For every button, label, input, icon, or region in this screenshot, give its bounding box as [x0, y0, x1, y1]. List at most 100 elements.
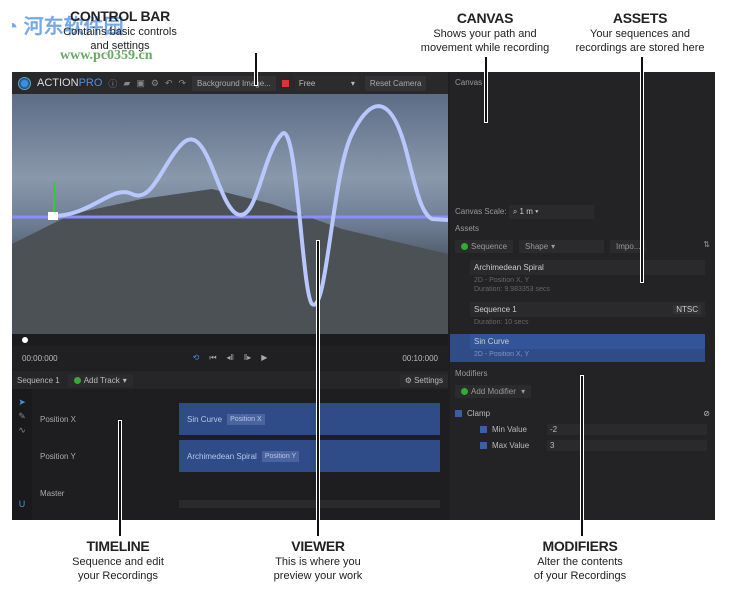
play-icon[interactable]: ▶ [261, 353, 267, 363]
checkbox[interactable] [455, 410, 462, 418]
callout-line [254, 52, 258, 86]
select-tool-icon[interactable]: ➤ [12, 395, 32, 409]
plus-icon [73, 376, 81, 384]
asset-info: Duration: 10 secs [474, 319, 529, 326]
background-image-button[interactable]: Background Image... [192, 75, 276, 91]
clip-name: Archimedean Spiral [187, 451, 257, 461]
sequence-label: Sequence [471, 242, 508, 251]
annotation-viewer: VIEWER This is where you preview your work [248, 538, 388, 583]
info-icon[interactable]: ⓘ [108, 77, 117, 90]
annotation-title: VIEWER [291, 538, 345, 554]
magnet-icon[interactable]: U [12, 497, 32, 511]
annotation-title: MODIFIERS [542, 538, 618, 554]
annotation-desc: Contains basic controls [63, 26, 177, 38]
annotation-desc: movement while recording [420, 42, 550, 54]
callout-line [118, 420, 122, 537]
annotation-timeline: TIMELINE Sequence and edit your Recordings [48, 538, 188, 583]
annotation-canvas: CANVAS Shows your path and movement while … [405, 10, 565, 55]
sort-icon[interactable]: ⇅ [703, 240, 710, 253]
annotation-title: TIMELINE [86, 538, 150, 554]
clip-tool-icon[interactable]: ✎ [12, 409, 32, 423]
track-name: Position Y [40, 452, 76, 461]
step-forward-icon[interactable]: ‖▸ [244, 353, 251, 363]
clamp-label: Clamp [467, 409, 491, 418]
add-track-button[interactable]: Add Track ▾ [67, 373, 133, 387]
asset-info: Duration: 9.983353 secs [474, 286, 550, 293]
annotation-desc: Sequence and edit [72, 556, 164, 568]
playhead[interactable] [22, 337, 28, 343]
curve-tool-icon[interactable]: ∿ [12, 423, 32, 437]
save-icon[interactable]: ▣ [136, 78, 145, 89]
end-time: 00:10:000 [402, 353, 438, 363]
timeline-tools: ➤ ✎ ∿ U [12, 389, 32, 520]
app-name: ACTIONPRO [37, 77, 102, 89]
shape-select[interactable]: Shape ▾ [519, 240, 605, 253]
min-value-input[interactable]: -2 [547, 424, 707, 435]
open-folder-icon[interactable]: ▰ [123, 78, 130, 89]
sequence-name: Sequence 1 [17, 375, 60, 385]
track-name: Position X [40, 415, 77, 424]
ntsc-badge: NTSC [673, 305, 701, 314]
checkbox[interactable] [480, 442, 487, 450]
max-value-input[interactable]: 3 [547, 440, 707, 451]
annotation-control-bar: CONTROL BAR Contains basic controls and se… [50, 8, 190, 53]
loop-icon[interactable]: ⟲ [193, 353, 200, 363]
checkbox[interactable] [480, 426, 487, 434]
add-track-label: Add Track [83, 375, 120, 385]
modifiers-title: Modifiers [455, 369, 488, 378]
reset-camera-button[interactable]: Reset Camera [364, 75, 427, 91]
annotation-desc: Shows your path and [433, 28, 537, 40]
add-sequence-button[interactable]: Sequence [455, 240, 514, 253]
camera-mode-select[interactable]: Free ▾ [294, 75, 359, 91]
callout-line [580, 375, 584, 537]
app-name-accent: PRO [78, 77, 103, 89]
remove-background-icon[interactable] [281, 79, 289, 87]
gizmo-handle[interactable] [48, 212, 58, 220]
add-modifier-label: Add Modifier [471, 387, 516, 396]
settings-icon[interactable]: ⚙ [151, 78, 159, 89]
annotation-assets: ASSETS Your sequences and recordings are s… [560, 10, 720, 55]
clip-tag: Position Y [261, 450, 300, 462]
annotation-modifiers: MODIFIERS Alter the contents of your Recor… [510, 538, 650, 583]
callout-line [316, 240, 320, 537]
canvas-scale-label: Canvas Scale: [455, 207, 507, 216]
annotation-desc: preview your work [273, 570, 363, 582]
canvas-scale-select[interactable]: ⌕ 1 m ▾ [508, 205, 594, 219]
shape-label: Shape [525, 242, 549, 251]
undo-icon[interactable]: ↶ [165, 78, 173, 89]
timeline-clip[interactable]: Archimedean Spiral Position Y [179, 440, 440, 472]
asset-item[interactable]: Archimedean Spiral 2D - Position X, Y Dura… [450, 260, 705, 295]
canvas-title: Canvas [455, 78, 483, 87]
annotation-desc: and settings [90, 40, 150, 52]
asset-item[interactable]: Sequence 1 NTSC Duration: 10 secs [450, 302, 705, 328]
redo-icon[interactable]: ↷ [178, 78, 186, 89]
asset-item-selected[interactable]: Sin Curve 2D - Position X, Y [450, 334, 705, 362]
step-back-icon[interactable]: ◂‖ [227, 353, 234, 363]
asset-name: Sin Curve [470, 334, 705, 349]
viewer[interactable] [12, 94, 448, 334]
annotation-desc: of your Recordings [533, 570, 627, 582]
clip-name: Sin Curve [187, 414, 223, 424]
settings-label: Settings [414, 375, 443, 385]
timeline-header: Sequence 1 Add Track ▾ ⚙ Settings [12, 371, 448, 389]
app-logo-icon [18, 76, 31, 90]
callout-line [484, 56, 488, 123]
remove-modifier-icon[interactable]: ⊘ [703, 409, 710, 418]
add-modifier-button[interactable]: Add Modifier ▾ [455, 385, 532, 398]
scrubber[interactable] [12, 334, 448, 346]
clip-tag: Position X [227, 413, 265, 425]
timeline-clip[interactable]: Sin Curve Position X [179, 403, 440, 435]
playback-bar: 00:00:000 ⟲ ⏮ ◂‖ ‖▸ ▶ 00:10:000 [12, 346, 448, 370]
max-label: Max Value [492, 441, 530, 450]
callout-line [640, 56, 644, 283]
asset-name: Sequence 1 [474, 305, 517, 314]
annotation-desc: Your sequences and [590, 28, 690, 40]
skip-start-icon[interactable]: ⏮ [209, 353, 216, 363]
horizontal-scrollbar[interactable] [179, 500, 440, 508]
settings-button[interactable]: ⚙ Settings [399, 373, 448, 387]
current-time: 00:00:000 [22, 353, 58, 363]
min-value-row: Min Value -2 [480, 424, 707, 435]
app-name-text: ACTION [37, 77, 79, 89]
canvas-scale: Canvas Scale: ⌕ 1 m ▾ [455, 205, 594, 219]
annotation-desc: This is where you [275, 556, 361, 568]
